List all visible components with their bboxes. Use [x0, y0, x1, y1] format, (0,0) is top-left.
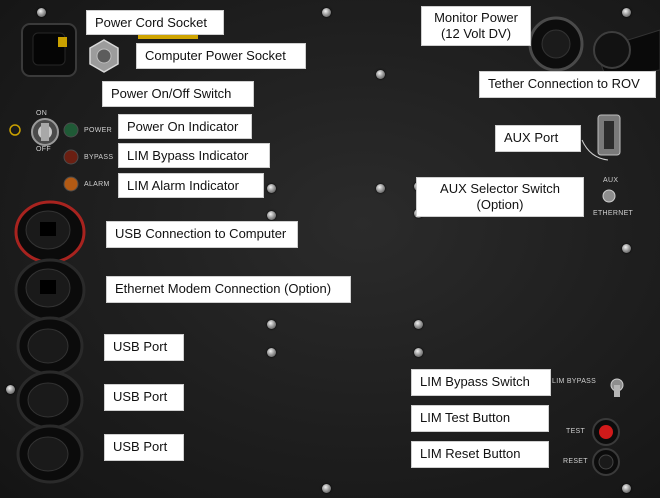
panel-screw [414, 348, 423, 357]
monitor-power-line2: (12 Volt DV) [440, 25, 512, 41]
silk-lim-bypass: LIM BYPASS [552, 378, 597, 385]
label-ethernet-modem-connection: Ethernet Modem Connection (Option) [106, 276, 351, 303]
panel-screw [622, 484, 631, 493]
silk-bypass: BYPASS [84, 154, 114, 161]
power-cord-socket[interactable] [21, 23, 77, 77]
silk-off: OFF [36, 146, 51, 153]
panel-screw [414, 320, 423, 329]
panel-screw [622, 244, 631, 253]
silk-alarm: ALARM [84, 181, 110, 188]
power-symbol-icon [9, 124, 21, 136]
aux-selector-line2: (Option) [476, 196, 524, 212]
aux-selector-line1: AUX Selector Switch [440, 181, 560, 196]
panel-screw [322, 484, 331, 493]
monitor-power-connector[interactable] [528, 16, 584, 72]
label-power-on-indicator: Power On Indicator [118, 114, 252, 139]
lim-bypass-switch[interactable] [610, 378, 624, 397]
lim-reset-button[interactable] [592, 448, 620, 476]
silk-power: POWER [84, 127, 112, 134]
computer-power-socket[interactable] [89, 39, 119, 73]
label-lim-test-button: LIM Test Button [411, 405, 549, 432]
lim-test-button[interactable] [592, 418, 620, 446]
bypass-indicator-led [63, 149, 79, 165]
label-usb-port-1: USB Port [104, 334, 184, 361]
panel-screw [322, 8, 331, 17]
label-usb-connection-to-computer: USB Connection to Computer [106, 221, 298, 248]
label-power-cord-socket: Power Cord Socket [86, 10, 224, 35]
aux-selector-switch[interactable] [602, 189, 616, 203]
monitor-power-line1: Monitor Power [434, 10, 518, 25]
ethernet-modem-connection[interactable] [14, 258, 86, 322]
panel-screw [267, 320, 276, 329]
panel-screw [37, 8, 46, 17]
silk-reset: RESET [563, 458, 588, 465]
panel-screw [267, 348, 276, 357]
label-usb-port-2: USB Port [104, 384, 184, 411]
panel-screw [267, 211, 276, 220]
panel-screw [376, 184, 385, 193]
label-power-on-off-switch: Power On/Off Switch [102, 81, 254, 107]
label-aux-port: AUX Port [495, 125, 581, 152]
label-lim-alarm-indicator: LIM Alarm Indicator [118, 173, 264, 198]
panel-screw [267, 184, 276, 193]
silk-ethernet: ETHERNET [593, 210, 634, 217]
aux-port[interactable] [581, 114, 621, 161]
power-indicator-led [63, 122, 79, 138]
silk-aux: AUX [603, 177, 619, 184]
power-on-off-switch[interactable] [31, 118, 59, 146]
usb-port-3[interactable] [16, 424, 84, 484]
usb-connection-to-computer[interactable] [14, 200, 86, 264]
alarm-indicator-led [63, 176, 79, 192]
panel-screw [376, 70, 385, 79]
label-usb-port-3: USB Port [104, 434, 184, 461]
panel-screw [622, 8, 631, 17]
silk-test: TEST [566, 428, 586, 435]
label-lim-reset-button: LIM Reset Button [411, 441, 549, 468]
label-lim-bypass-indicator: LIM Bypass Indicator [118, 143, 270, 168]
usb-port-1[interactable] [16, 316, 84, 376]
label-aux-selector-switch: AUX Selector Switch (Option) [416, 177, 584, 217]
label-monitor-power: Monitor Power (12 Volt DV) [421, 6, 531, 46]
label-lim-bypass-switch: LIM Bypass Switch [411, 369, 551, 396]
control-panel: ON OFF POWER BYPASS ALARM AUX ETHERNET L… [0, 0, 660, 498]
panel-screw [6, 385, 15, 394]
label-tether-connection: Tether Connection to ROV [479, 71, 656, 98]
usb-port-2[interactable] [16, 370, 84, 430]
silk-on: ON [36, 110, 48, 117]
label-computer-power-socket: Computer Power Socket [136, 43, 306, 69]
